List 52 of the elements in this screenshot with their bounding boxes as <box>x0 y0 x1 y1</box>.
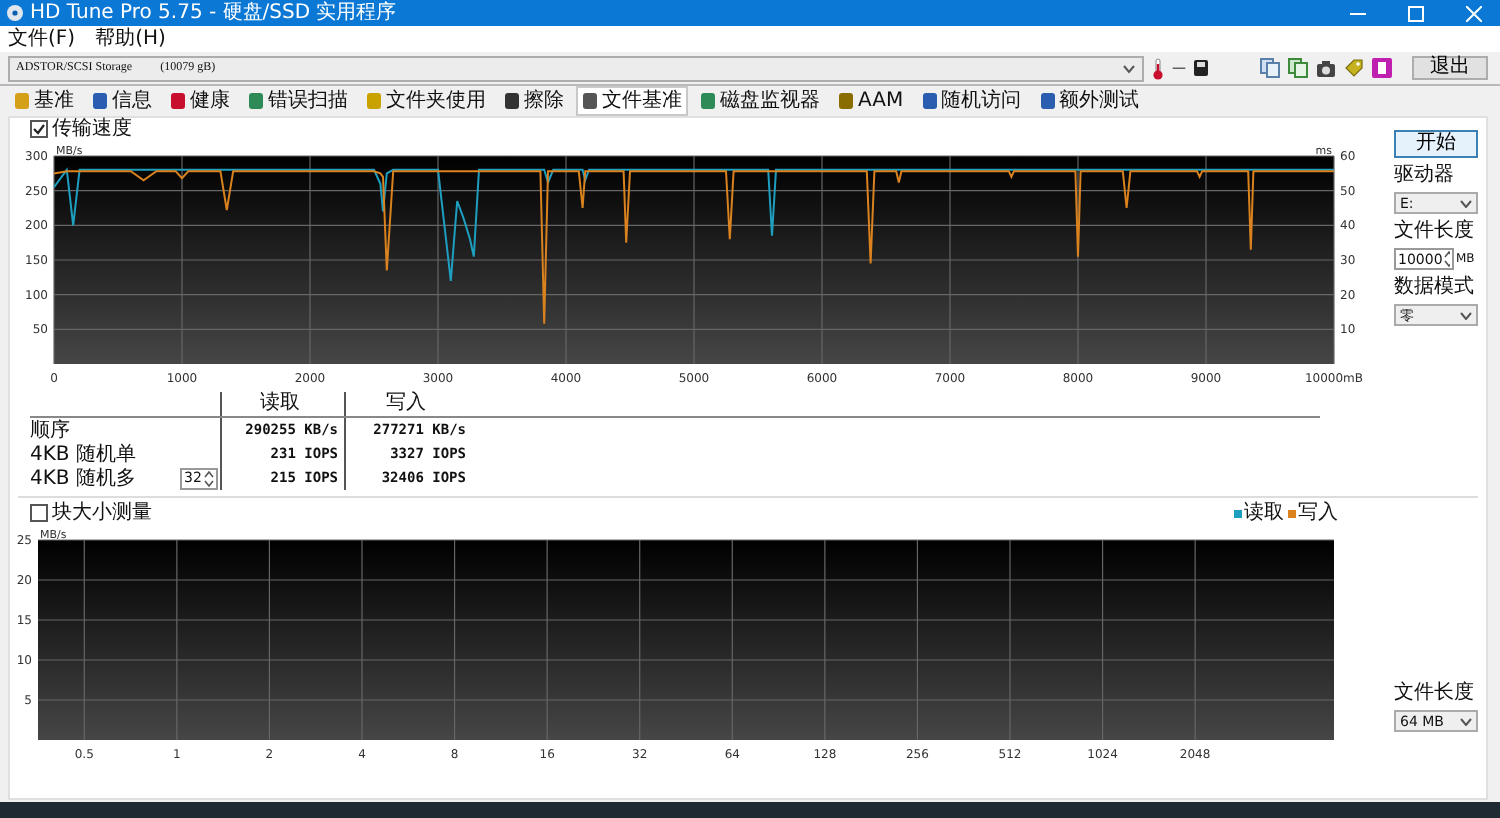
tag-icon[interactable] <box>1344 58 1364 78</box>
exit-door-icon[interactable] <box>1372 58 1392 78</box>
camera-icon[interactable] <box>1316 59 1336 77</box>
tab-icon <box>248 92 264 110</box>
checkbox[interactable] <box>30 504 48 522</box>
toolbar-tab[interactable]: 随机访问 <box>915 86 1028 116</box>
tab-icon <box>700 92 716 110</box>
legend-item: 读取 <box>1234 502 1284 524</box>
legend-item: 写入 <box>1288 502 1338 524</box>
tab-icon <box>921 92 938 110</box>
checkbox[interactable] <box>30 120 48 138</box>
thermometer-icon <box>1152 57 1164 79</box>
toolbar-tab[interactable]: 基准 <box>8 86 80 116</box>
caret-icon <box>1460 199 1472 207</box>
tab-icon <box>504 92 520 110</box>
transfer-speed-checkbox[interactable]: 传输速度 <box>10 118 1394 140</box>
row-label: 4KB 随机单 <box>30 441 138 467</box>
menu-item[interactable]: 帮助(H) <box>95 27 166 51</box>
tab-icon <box>92 92 108 110</box>
maximize-icon <box>1408 5 1424 21</box>
row-label: 顺序 <box>30 417 72 444</box>
floppy-icon <box>1194 60 1208 76</box>
toolbar-tab[interactable]: 健康 <box>164 86 236 116</box>
tab-icon <box>170 92 186 110</box>
toolbar-tab[interactable]: 擦除 <box>498 86 570 116</box>
close-icon <box>1466 5 1482 21</box>
toolbar-tab[interactable]: 磁盘监视器 <box>694 86 826 116</box>
toolbar-tab[interactable]: AAM <box>832 86 910 116</box>
caret-icon <box>1460 311 1472 319</box>
tab-icon <box>1039 92 1056 110</box>
caret-icon <box>1460 717 1472 725</box>
window-title: HD Tune Pro 5.75 - 硬盘/SSD 实用程序 <box>30 1 397 25</box>
start-button[interactable]: 开始 <box>1394 130 1478 158</box>
file-length-label: 文件长度 <box>1394 220 1476 242</box>
caret-icon <box>1122 63 1136 73</box>
tab-icon <box>14 92 30 110</box>
exit-button[interactable]: 退出 <box>1412 56 1488 80</box>
block-size-checkbox[interactable]: 块大小测量 <box>10 502 152 524</box>
drive-label: 驱动器 <box>1394 164 1456 186</box>
toolbar-tab[interactable]: 文件基准 <box>576 86 688 116</box>
toolbar-tab[interactable]: 信息 <box>86 86 158 116</box>
toolbar-tab[interactable]: 错误扫描 <box>242 86 354 116</box>
tab-icon <box>582 92 598 110</box>
tab-icon <box>838 92 854 110</box>
data-mode-label: 数据模式 <box>1394 276 1476 298</box>
menu-item[interactable]: 文件(F) <box>8 27 76 51</box>
tab-icon <box>366 92 382 110</box>
toolbar-tab[interactable]: 文件夹使用 <box>360 86 492 116</box>
toolbar-tab[interactable]: 额外测试 <box>1033 86 1146 116</box>
file-length-label: 文件长度 <box>1394 682 1476 704</box>
row-label: 4KB 随机多 <box>30 465 138 492</box>
disk-icon <box>6 4 24 22</box>
